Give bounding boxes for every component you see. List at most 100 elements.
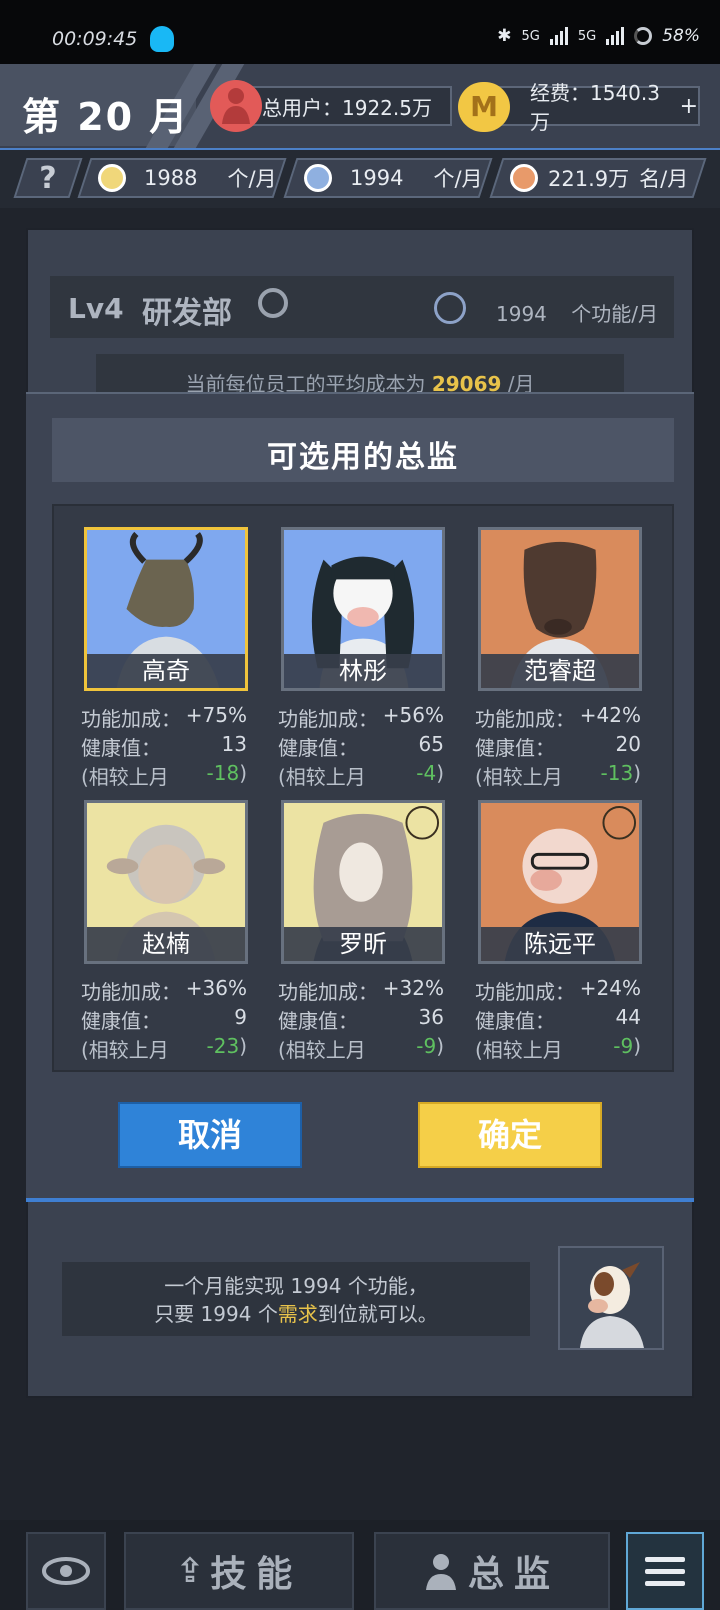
tip-text: 个 (257, 1302, 278, 1326)
director-card[interactable]: 赵楠 (84, 800, 248, 964)
coin-icon: M (458, 82, 510, 132)
director-card[interactable]: 陈远平 (478, 800, 642, 964)
person-icon (510, 164, 538, 192)
health-change: -13 (600, 761, 634, 785)
director-tab-label: 总监 (467, 1554, 560, 1595)
signal-2-icon (606, 27, 625, 45)
compare-label: (相较上月 (278, 765, 366, 789)
compare-close: ) (633, 1034, 641, 1058)
advisor-avatar (558, 1246, 664, 1350)
director-card[interactable]: 高奇 (84, 527, 248, 691)
wrench-icon (434, 292, 466, 324)
bonus-row: 功能加成： +32% (278, 976, 444, 1005)
view-button[interactable] (26, 1532, 106, 1610)
director-stats: 功能加成： +56% 健康值： 65 (相较上月 -4) (278, 703, 444, 790)
tip-text: 个功能， (347, 1274, 428, 1298)
director-card[interactable]: 林彤 (281, 527, 445, 691)
department-name: 研发部 (142, 296, 232, 331)
director-stats: 功能加成： +36% 健康值： 9 (相较上月 -23) (81, 976, 247, 1063)
health-label: 健康值： (475, 1009, 555, 1033)
director-name: 范睿超 (481, 654, 639, 688)
arrow-up-icon: ⇪ (175, 1551, 205, 1591)
health-value: 9 (234, 1005, 247, 1029)
compare-label: (相较上月 (81, 1038, 169, 1062)
department-rate-unit: 个功能/月 (571, 302, 659, 326)
compare-close: ) (239, 761, 247, 785)
director-card[interactable]: 罗昕 (281, 800, 445, 964)
user-rate-unit: 名/月 (639, 167, 689, 191)
bonus-row: 功能加成： +24% (475, 976, 641, 1005)
tip-number: 1994 (200, 1302, 252, 1326)
health-row: 健康值： 36 (278, 1005, 444, 1034)
health-change: -4 (416, 761, 437, 785)
health-label: 健康值： (278, 1009, 358, 1033)
help-icon[interactable]: ? (20, 158, 76, 198)
director-card[interactable]: 范睿超 (478, 527, 642, 691)
health-value: 36 (418, 1005, 444, 1029)
bonus-label: 功能加成： (475, 707, 575, 731)
director-icon (425, 1554, 456, 1590)
menu-icon (645, 1556, 685, 1586)
director-stats: 功能加成： +42% 健康值： 20 (相较上月 -13) (475, 703, 641, 790)
tip-line-2: 只要 1994 个需求到位就可以。 (62, 1298, 530, 1327)
bonus-value: +42% (579, 703, 641, 727)
signal-2-label: 5G (577, 28, 597, 44)
eye-icon (42, 1557, 90, 1585)
compare-close: ) (436, 1034, 444, 1058)
qq-notification-icon (150, 26, 174, 52)
bonus-row: 功能加成： +36% (81, 976, 247, 1005)
lightbulb-icon (98, 164, 126, 192)
user-rate: 221.9万 名/月 (510, 158, 700, 198)
health-change: -9 (613, 1034, 634, 1058)
confirm-button[interactable]: 确定 (418, 1102, 602, 1168)
bluetooth-icon: ✱ (497, 26, 512, 46)
bonus-row: 功能加成： +56% (278, 703, 444, 732)
feature-rate: 1994 个/月 (304, 158, 484, 198)
cancel-button[interactable]: 取消 (118, 1102, 302, 1168)
compare-row: (相较上月 -18) (81, 761, 247, 790)
compare-close: ) (633, 761, 641, 785)
bonus-row: 功能加成： +75% (81, 703, 247, 732)
health-row: 健康值： 65 (278, 732, 444, 761)
tip-text: 一个月能实现 (164, 1274, 285, 1298)
department-rate: 1994 个功能/月 (496, 298, 658, 327)
tip-highlight: 需求 (277, 1302, 318, 1326)
bonus-value: +32% (382, 976, 444, 1000)
compare-row: (相较上月 -9) (475, 1034, 641, 1063)
department-rate-value: 1994 (496, 302, 547, 326)
add-funds-button[interactable]: + (680, 94, 698, 119)
bonus-label: 功能加成： (278, 707, 378, 731)
menu-button[interactable] (626, 1532, 704, 1610)
bottom-nav (0, 1520, 720, 1610)
status-bar: 00:09:45 ✱ 5G 5G 58% (0, 0, 720, 64)
skills-tab-label: 技能 (210, 1554, 303, 1595)
director-name: 赵楠 (87, 927, 245, 961)
health-row: 健康值： 44 (475, 1005, 641, 1034)
director-name: 罗昕 (284, 927, 442, 961)
users-icon (210, 80, 262, 132)
bonus-row: 功能加成： +42% (475, 703, 641, 732)
idea-rate-value: 1988 (144, 166, 198, 190)
skills-tab[interactable]: ⇪ 技能 (124, 1532, 354, 1610)
health-value: 44 (615, 1005, 641, 1029)
feature-rate-unit: 个/月 (433, 167, 483, 191)
health-row: 健康值： 9 (81, 1005, 247, 1034)
search-icon[interactable] (258, 288, 288, 318)
health-value: 20 (615, 732, 641, 756)
compare-label: (相较上月 (475, 1038, 563, 1062)
director-stats: 功能加成： +32% 健康值： 36 (相较上月 -9) (278, 976, 444, 1063)
director-tab[interactable]: 总监 (374, 1532, 610, 1610)
bonus-label: 功能加成： (475, 980, 575, 1004)
bonus-value: +36% (185, 976, 247, 1000)
status-indicators: ✱ 5G 5G 58% (497, 26, 700, 46)
compare-label: (相较上月 (278, 1038, 366, 1062)
compare-label: (相较上月 (475, 765, 563, 789)
current-month: 第 20 月 (22, 95, 190, 139)
funds-label: 经费：1540.3万 (530, 81, 660, 134)
signal-1-label: 5G (521, 28, 540, 44)
tip-number: 1994 (290, 1274, 342, 1298)
signal-1-icon (549, 27, 568, 45)
total-users: 总用户：1922.5万 (230, 86, 452, 126)
director-name: 陈远平 (481, 927, 639, 961)
bonus-value: +75% (185, 703, 247, 727)
